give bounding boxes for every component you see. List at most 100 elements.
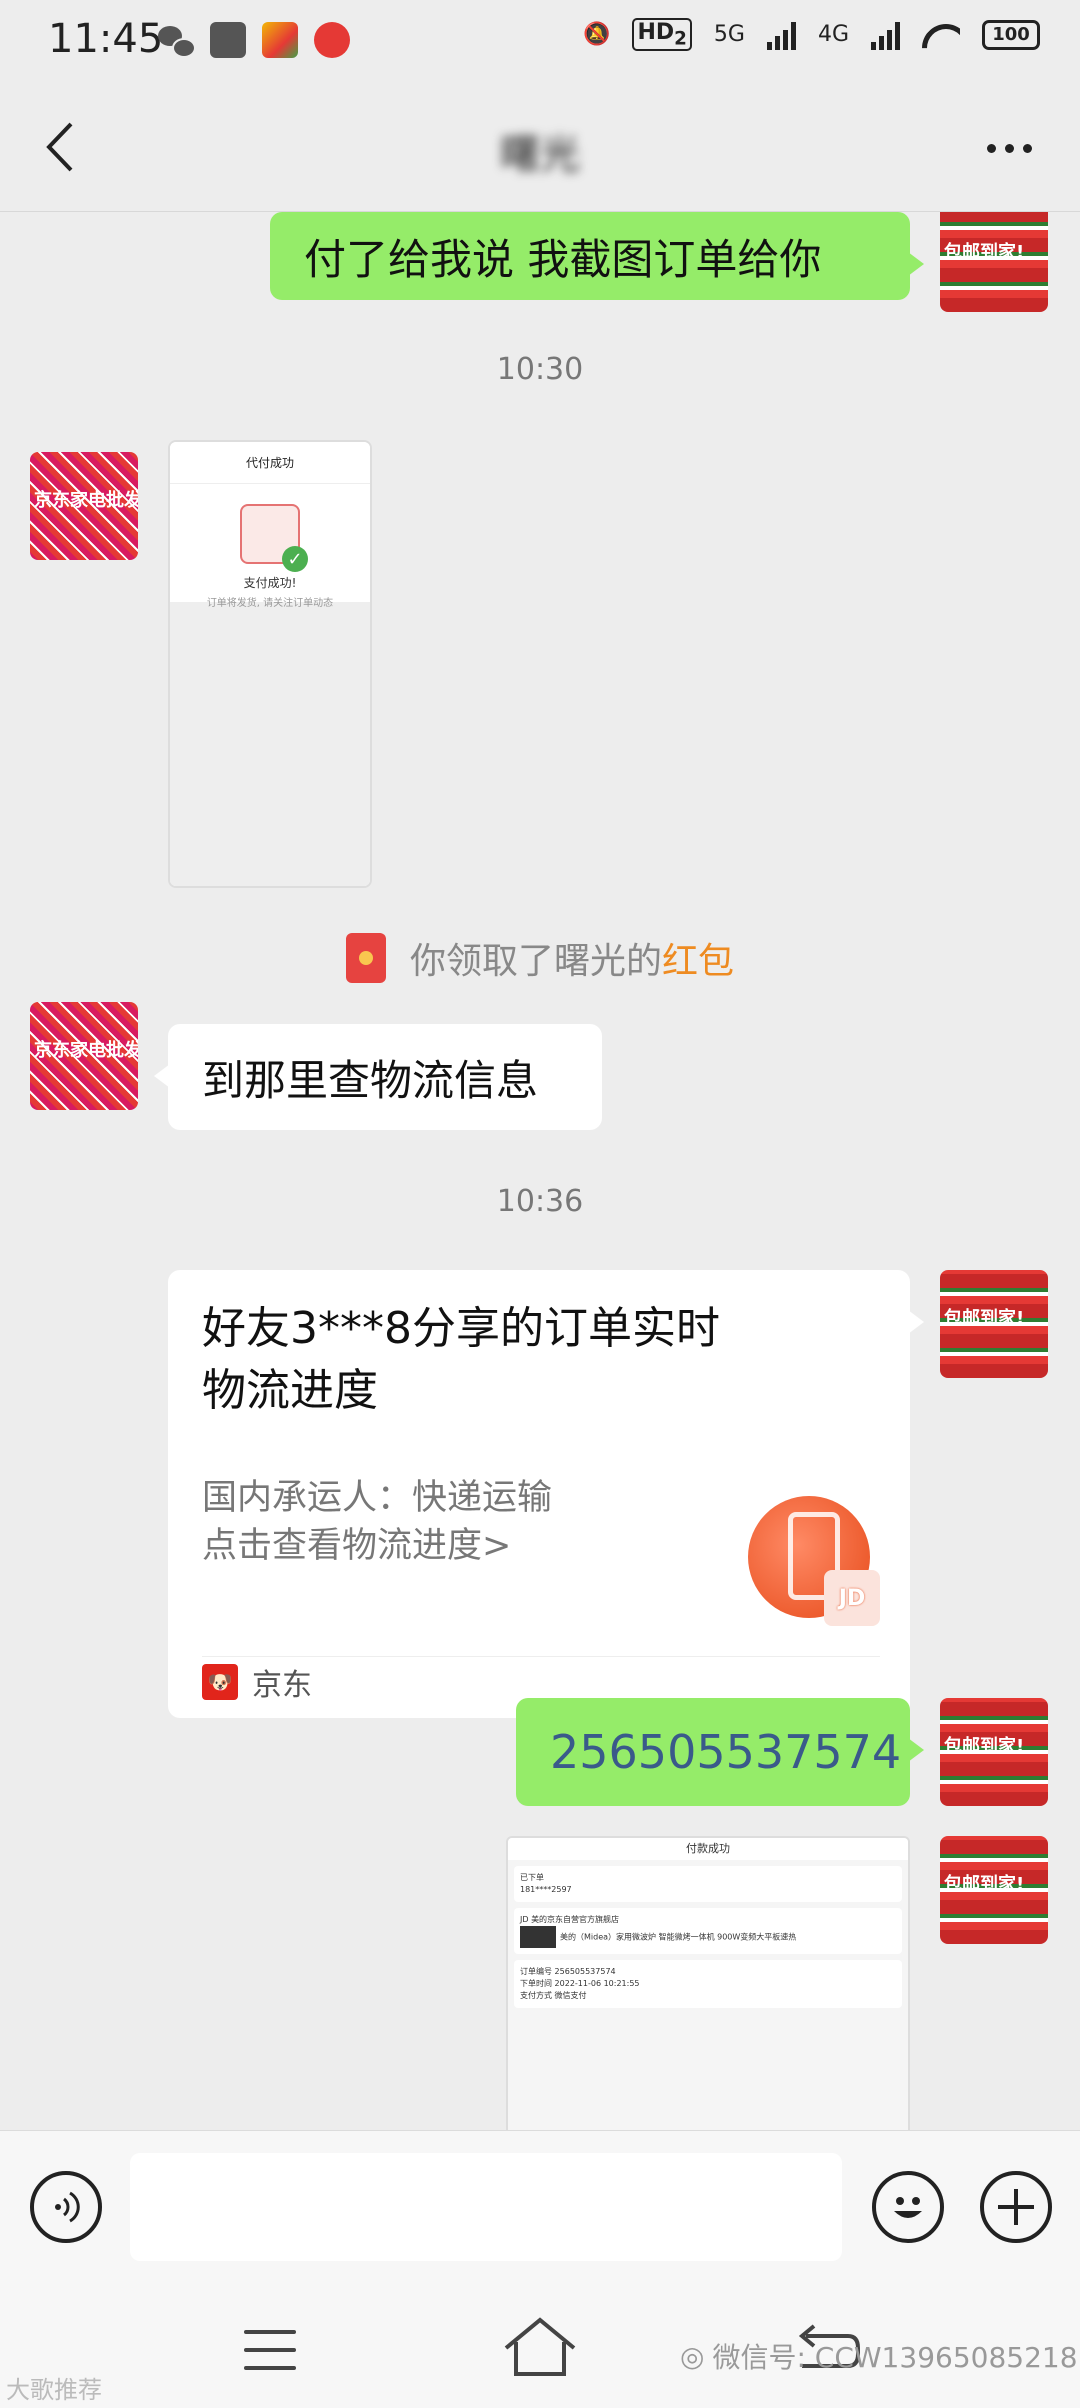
receipt-product-block: JD 美的京东自营官方旗舰店 美的（Midea）家用微波炉 智能微烤一体机 90… [514, 1908, 902, 1954]
logistics-card[interactable]: 好友3***8分享的订单实时物流进度 国内承运人：快递运输 点击查看物流进度> … [168, 1270, 924, 1718]
message-list[interactable]: 付了给我说 我截图订单给你 包邮到家! 10:30 京东家电批发 代付成功 支付… [0, 212, 1080, 2130]
wechat-icon: ◎ [680, 2339, 705, 2373]
status-time: 11:45 [48, 16, 164, 62]
network-4g-label: 4G [817, 22, 849, 48]
avatar-label: 包邮到家! [944, 1874, 1025, 1895]
watermark-text: 微信号: CCW13965085218 [712, 2341, 1078, 2374]
message-input[interactable] [130, 2153, 842, 2261]
receipt-phone: 181****2597 [520, 1885, 572, 1894]
signal-4g-icon [871, 20, 900, 50]
avatar-label: 包邮到家! [944, 242, 1025, 263]
receipt-store: JD 美的京东自营官方旗舰店 [520, 1915, 620, 1924]
more-dot [1022, 143, 1032, 153]
input-bar [0, 2130, 1080, 2286]
incoming-message[interactable]: 到那里查物流信息 [154, 1024, 602, 1130]
voice-button[interactable] [30, 2171, 102, 2243]
self-avatar[interactable]: 包邮到家! [940, 1270, 1048, 1378]
payment-screenshot: 代付成功 支付成功! 订单将发货, 请关注订单动态 [170, 442, 370, 609]
receipt-product: 美的（Midea）家用微波炉 智能微烤一体机 900W变频大平板速热 [560, 1932, 797, 1942]
avatar-label: 京东家电批发 [34, 490, 138, 511]
status-indicators: 🔕 HD2 5G 4G 100 [583, 18, 1040, 52]
scissors-app-icon [210, 22, 246, 58]
hd-sub: 2 [674, 28, 687, 50]
58-app-icon [262, 22, 298, 58]
menu-nav-button[interactable] [244, 2330, 296, 2370]
card-description: 国内承运人：快递运输 点击查看物流进度> [202, 1474, 552, 1570]
card-divider [202, 1656, 880, 1657]
outgoing-message[interactable]: 256505537574 [516, 1698, 924, 1806]
receipt-order-label: 已下单 [520, 1873, 544, 1882]
plus-button[interactable] [980, 2171, 1052, 2243]
status-app-icons [158, 22, 350, 58]
pay-method-label: 支付方式 [520, 1991, 552, 2000]
more-dot [986, 143, 996, 153]
avatar-label: 包邮到家! [944, 1736, 1025, 1757]
battery-level: 100 [992, 24, 1030, 46]
red-packet-link[interactable]: 红包 [662, 941, 734, 982]
message-text: 到那里查物流信息 [202, 1055, 539, 1105]
network-5g-label: 5G [713, 22, 745, 48]
pay-method: 微信支付 [554, 1991, 587, 2000]
hd-label: HD [637, 20, 675, 45]
message-text: 256505537574 [550, 1725, 902, 1779]
emoji-button[interactable] [872, 2171, 944, 2243]
map-app-icon [314, 22, 350, 58]
wifi-icon [922, 20, 960, 50]
order-time-label: 下单时间 [520, 1979, 552, 1988]
avatar-label: 包邮到家! [944, 1308, 1025, 1329]
order-time: 2022-11-06 10:21:55 [554, 1979, 640, 1988]
chat-header: 曙光 [0, 84, 1080, 212]
image-message[interactable]: 代付成功 支付成功! 订单将发货, 请关注订单动态 [168, 440, 372, 888]
chat-title: 曙光 [500, 132, 580, 178]
avatar-label: 京东家电批发 [34, 1040, 138, 1061]
more-dot [1004, 143, 1014, 153]
order-no-label: 订单编号 [520, 1967, 552, 1976]
screenshot-blank-area [170, 602, 370, 886]
outgoing-message[interactable]: 付了给我说 我截图订单给你 [270, 212, 924, 300]
status-bar: 11:45 🔕 HD2 5G 4G 100 [0, 0, 1080, 84]
message-text: 付了给我说 我截图订单给你 [304, 234, 822, 284]
hd-icon: HD2 [632, 18, 692, 52]
signal-5g-icon [766, 20, 796, 50]
self-avatar[interactable]: 包邮到家! [940, 1836, 1048, 1944]
timestamp: 10:30 [496, 352, 584, 387]
watermark-left: 大歌推荐 [6, 2376, 102, 2404]
receipt-detail-block: 订单编号 256505537574 下单时间 2022-11-06 10:21:… [514, 1960, 902, 2008]
self-avatar[interactable]: 包邮到家! [940, 1698, 1048, 1806]
contact-avatar[interactable]: 京东家电批发 [30, 1002, 138, 1110]
receipt-header: 付款成功 [508, 1838, 908, 1860]
menu-line [244, 2366, 296, 2370]
receipt-screenshot[interactable]: 付款成功 已下单 181****2597 JD 美的京东自营官方旗舰店 美的（M… [506, 1836, 910, 2130]
jd-logo-icon: 🐶 [202, 1664, 238, 1700]
receipt-order-block: 已下单 181****2597 [514, 1866, 902, 1902]
mini-header: 代付成功 [170, 442, 370, 484]
card-line2: 点击查看物流进度> [202, 1526, 512, 1566]
plus-icon [998, 2189, 1034, 2225]
card-footer: 🐶 京东 [202, 1660, 312, 1704]
emoji-icon [894, 2197, 922, 2218]
wechat-icon [158, 22, 196, 58]
more-button[interactable] [974, 118, 1044, 178]
watermark-right: ◎ 微信号: CCW13965085218 [680, 2336, 1078, 2376]
product-thumbnail [520, 1926, 556, 1948]
self-avatar[interactable]: 包邮到家! [940, 212, 1048, 312]
jd-badge: JD [824, 1570, 880, 1626]
menu-line [244, 2348, 296, 2352]
chat-screen: 11:45 🔕 HD2 5G 4G 100 曙光 付了给我说 我截图订单给你 包… [0, 0, 1080, 2408]
home-nav-icon[interactable] [500, 2312, 580, 2382]
card-line1: 国内承运人：快递运输 [202, 1478, 553, 1518]
red-packet-icon [345, 933, 386, 983]
payment-status: 支付成功! [243, 576, 297, 590]
clipboard-check-icon [240, 504, 308, 572]
battery-icon: 100 [982, 19, 1040, 50]
contact-avatar[interactable]: 京东家电批发 [30, 452, 138, 560]
menu-line [244, 2330, 296, 2334]
mute-bell-icon: 🔕 [583, 22, 611, 48]
card-source: 京东 [252, 1668, 312, 1703]
order-no: 256505537574 [554, 1967, 616, 1976]
card-title: 好友3***8分享的订单实时物流进度 [202, 1303, 720, 1416]
timestamp: 10:36 [496, 1184, 584, 1219]
notice-text: 你领取了曙光的 [409, 941, 662, 982]
red-packet-notice: 你领取了曙光的红包 [0, 932, 1080, 984]
voice-icon [55, 2191, 80, 2223]
